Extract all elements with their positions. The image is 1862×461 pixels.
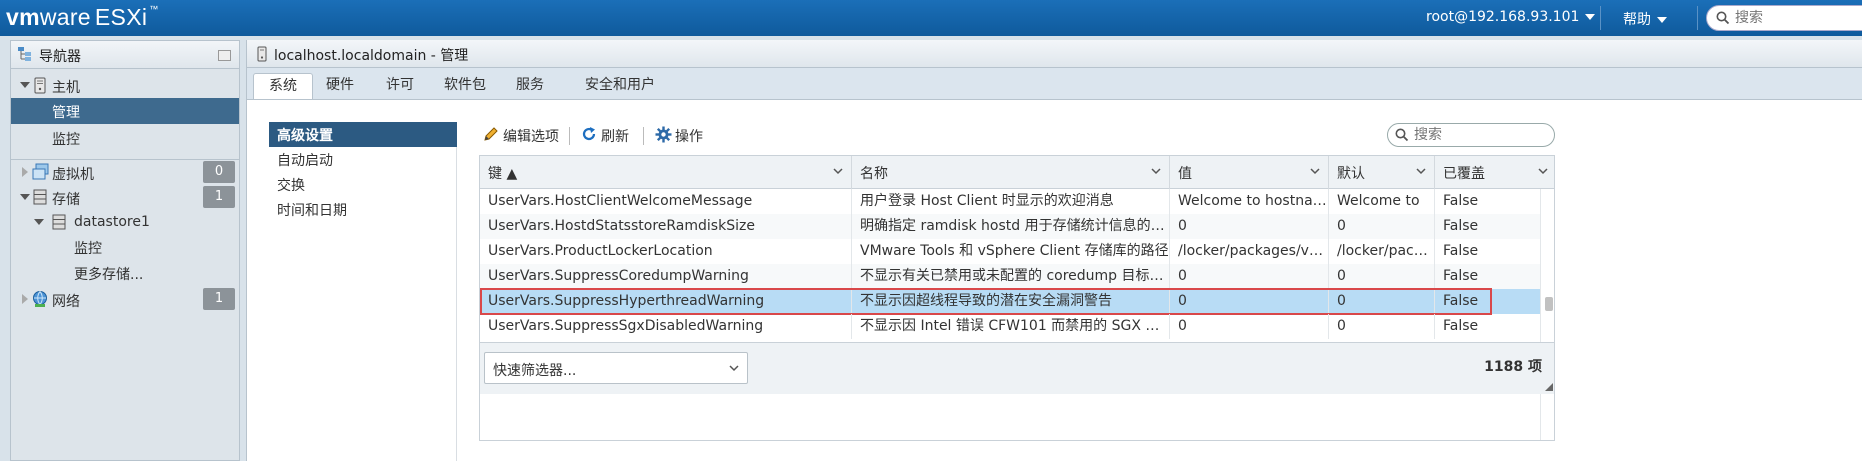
main-panel: localhost.localdomain - 管理 系统 硬件 许可 软件包 … bbox=[246, 40, 1862, 461]
collapse-icon[interactable] bbox=[20, 194, 30, 200]
sub-nav-autostart[interactable]: 自动启动 bbox=[269, 147, 457, 172]
chevron-down-icon[interactable] bbox=[833, 168, 843, 175]
vmware-esxi-logo: vmware ESXi ™ bbox=[6, 4, 159, 30]
storage-count-badge: 1 bbox=[203, 186, 235, 208]
divider bbox=[643, 127, 644, 145]
sub-nav-swap[interactable]: 交换 bbox=[269, 172, 457, 197]
column-header-value[interactable]: 值 bbox=[1170, 156, 1329, 189]
grid-footer: 快速筛选器... 1188 项 bbox=[480, 342, 1554, 394]
divider bbox=[1600, 6, 1601, 30]
tab-bar: 系统 硬件 许可 软件包 服务 安全和用户 bbox=[247, 69, 1862, 99]
sub-nav-advanced-settings[interactable]: 高级设置 bbox=[269, 122, 457, 147]
nav-networking[interactable]: 网络 1 bbox=[11, 287, 239, 313]
tab-security-users[interactable]: 安全和用户 bbox=[565, 73, 675, 99]
column-header-default[interactable]: 默认 bbox=[1329, 156, 1435, 189]
collapse-icon[interactable] bbox=[34, 219, 44, 225]
help-menu[interactable]: 帮助 bbox=[1623, 9, 1667, 29]
network-count-badge: 1 bbox=[203, 288, 235, 310]
advanced-settings-grid: 键 ▲ 名称 值 默认 已覆盖 UserVars.HostClientWelco… bbox=[479, 155, 1555, 441]
tab-licensing[interactable]: 许可 bbox=[375, 73, 425, 99]
host-icon bbox=[257, 46, 267, 62]
expand-icon[interactable] bbox=[22, 167, 28, 177]
navigator-icon bbox=[18, 47, 31, 61]
host-icon bbox=[34, 77, 46, 94]
table-search-input[interactable] bbox=[1414, 126, 1544, 144]
chevron-down-icon bbox=[1657, 17, 1667, 23]
nav-host-monitor[interactable]: 监控 bbox=[11, 125, 239, 151]
nav-datastore1[interactable]: datastore1 bbox=[11, 210, 239, 236]
top-bar: vmware ESXi ™ root@192.168.93.101 帮助 bbox=[0, 0, 1862, 36]
chevron-down-icon[interactable] bbox=[1310, 168, 1320, 175]
tab-content: 高级设置 自动启动 交换 时间和日期 编辑选项 刷新 操作 搜索 键 ▲ 名称 … bbox=[247, 99, 1862, 461]
global-search[interactable] bbox=[1706, 5, 1862, 31]
collapse-icon[interactable] bbox=[20, 82, 30, 88]
navigator-panel: 导航器 主机 管理 监控 虚拟机 0 存储 1 datastore1 监控 更多… bbox=[10, 40, 240, 461]
system-sub-nav: 高级设置 自动启动 交换 时间和日期 bbox=[269, 122, 457, 461]
table-row[interactable]: UserVars.ProductLockerLocation VMware To… bbox=[480, 239, 1540, 264]
chevron-down-icon[interactable] bbox=[1416, 168, 1426, 175]
storage-icon bbox=[33, 189, 47, 205]
column-header-name[interactable]: 名称 bbox=[852, 156, 1170, 189]
divider bbox=[569, 127, 570, 145]
quick-filter-select[interactable]: 快速筛选器... bbox=[484, 352, 748, 384]
nav-manage[interactable]: 管理 bbox=[11, 98, 239, 124]
chevron-down-icon bbox=[1585, 14, 1596, 20]
resize-handle-icon[interactable] bbox=[1545, 383, 1553, 391]
vm-count-badge: 0 bbox=[203, 161, 235, 183]
pencil-icon bbox=[484, 127, 498, 141]
divider bbox=[1697, 6, 1698, 30]
vertical-scrollbar[interactable] bbox=[1540, 189, 1554, 440]
column-header-key[interactable]: 键 ▲ bbox=[480, 156, 852, 189]
refresh-icon bbox=[582, 127, 596, 141]
tab-hardware[interactable]: 硬件 bbox=[315, 73, 365, 99]
gear-icon bbox=[655, 126, 672, 143]
network-icon bbox=[33, 291, 47, 307]
chevron-down-icon[interactable] bbox=[1151, 168, 1161, 175]
expand-icon[interactable] bbox=[22, 294, 28, 304]
nav-storage[interactable]: 存储 1 bbox=[11, 185, 239, 211]
chevron-down-icon[interactable] bbox=[1538, 168, 1548, 175]
sub-nav-time-date[interactable]: 时间和日期 bbox=[269, 197, 457, 222]
table-row[interactable]: UserVars.SuppressCoredumpWarning 不显示有关已禁… bbox=[480, 264, 1540, 289]
page-title: localhost.localdomain - 管理 bbox=[274, 48, 469, 64]
nav-datastore-monitor[interactable]: 监控 bbox=[11, 234, 239, 260]
virtual-machine-icon bbox=[32, 163, 49, 180]
grid-header: 键 ▲ 名称 值 默认 已覆盖 bbox=[480, 156, 1554, 189]
minimize-icon[interactable] bbox=[218, 50, 231, 61]
user-menu[interactable]: root@192.168.93.101 bbox=[1426, 9, 1596, 25]
search-icon bbox=[1716, 11, 1730, 25]
nav-more-storage[interactable]: 更多存储... bbox=[11, 260, 239, 286]
table-search[interactable] bbox=[1387, 123, 1555, 147]
main-header: localhost.localdomain - 管理 bbox=[247, 40, 1862, 68]
table-row[interactable]: UserVars.SuppressSgxDisabledWarning 不显示因… bbox=[480, 314, 1540, 339]
datastore-icon bbox=[52, 214, 66, 230]
tab-system[interactable]: 系统 bbox=[253, 73, 313, 99]
navigator-header: 导航器 bbox=[11, 41, 239, 69]
nav-host[interactable]: 主机 bbox=[11, 73, 239, 99]
search-icon bbox=[1395, 128, 1409, 142]
scrollbar-thumb[interactable] bbox=[1545, 297, 1553, 311]
global-search-input[interactable] bbox=[1735, 9, 1855, 27]
table-row[interactable]: UserVars.HostdStatsstoreRamdiskSize 明确指定… bbox=[480, 214, 1540, 239]
column-header-overridden[interactable]: 已覆盖 bbox=[1435, 156, 1554, 189]
navigator-title: 导航器 bbox=[39, 49, 81, 65]
tab-packages[interactable]: 软件包 bbox=[435, 73, 495, 99]
tab-services[interactable]: 服务 bbox=[505, 73, 555, 99]
item-count: 1188 项 bbox=[1484, 359, 1542, 375]
chevron-down-icon bbox=[729, 365, 739, 372]
nav-virtual-machines[interactable]: 虚拟机 0 bbox=[11, 160, 239, 186]
table-row-selected[interactable]: UserVars.SuppressHyperthreadWarning 不显示因… bbox=[480, 288, 1540, 315]
table-row[interactable]: UserVars.HostClientWelcomeMessage 用户登录 H… bbox=[480, 189, 1540, 214]
